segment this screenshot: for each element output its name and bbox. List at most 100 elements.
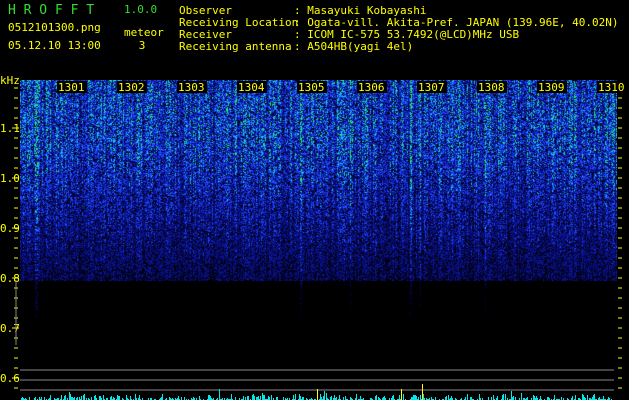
y-tick-label: 0.9 [0,222,20,235]
histogram-bar [393,395,394,400]
histogram-bar [209,395,210,400]
histogram-bar [210,396,211,400]
histogram-bar [178,396,179,400]
histogram-bar [268,396,269,400]
time-label: 1307 [418,81,445,94]
histogram-bar [326,393,327,400]
histogram-bar [603,396,604,400]
histogram-bar [258,396,259,400]
histogram-bar [575,395,576,400]
histogram-bar [497,396,498,400]
histogram-bar [505,394,506,400]
histogram-bar [399,395,400,400]
histogram-bar [50,395,51,400]
histogram-bar [61,395,62,400]
histogram-bar [69,392,70,400]
time-label: 1308 [478,81,505,94]
histogram-bar [162,394,163,400]
histogram-bar [536,396,537,400]
time-label: 1309 [538,81,565,94]
histogram-bar [416,396,417,400]
histogram-bar [254,396,255,400]
histogram-bar [403,394,404,400]
histogram-bar [534,396,535,400]
histogram-bar [384,396,385,400]
histogram-bar [99,396,100,400]
spectrogram-axes: kHz 1.1 1.0 0.9 0.8 0.7 0.6 1301 1302 1303 1304 130… [0,74,627,400]
histogram-bar [111,396,112,400]
histogram-bar [299,394,300,400]
histogram-bar [100,396,101,400]
histogram-bar [339,395,340,400]
meteor-marker [401,389,402,400]
y-tick-label: 1.0 [0,172,20,185]
histogram-bar [84,394,85,400]
histogram-bar [479,394,480,400]
histogram-bar [451,396,452,400]
histogram-bar [81,396,82,400]
histogram-bar [300,396,301,400]
histogram-bar [533,395,534,400]
histogram-bar [65,395,66,400]
histogram-bar [376,395,377,400]
meteor-marker [317,389,318,400]
histogram-bar [295,394,296,400]
histogram-bar [423,394,424,400]
histogram-bar [521,393,522,400]
histogram-bar [139,395,140,400]
histogram-bar [293,395,294,400]
histogram-bar [356,394,357,400]
histogram-bar [260,396,261,400]
meteor-marker [422,384,423,400]
histogram-bar [467,394,468,400]
histogram-bar [70,394,71,400]
histogram-bar [375,396,376,400]
histogram-bar [263,395,264,400]
histogram-bar [392,396,393,400]
histogram-bar [118,396,119,400]
histogram-bar [420,395,421,400]
histogram-bar [199,396,200,400]
time-label: 1301 [58,81,85,94]
histogram-bar [511,391,512,400]
histogram-bar [415,395,416,400]
y-tick-label: 0.8 [0,272,20,285]
histogram-bar [119,396,120,400]
time-label: 1303 [178,81,205,94]
time-label: 1302 [118,81,145,94]
histogram-bar [413,395,414,400]
y-unit-label: kHz [0,74,20,87]
histogram-bar [582,394,583,400]
histogram-bar [247,396,248,400]
histogram-bar [83,395,84,400]
y-tick-label: 1.1 [0,122,20,135]
histogram-bar [593,395,594,400]
histogram-bar [126,395,127,400]
histogram-bar [117,395,118,400]
histogram-bar [323,396,324,400]
histogram-bar [135,394,136,400]
histogram-bar [502,395,503,400]
histogram-bar [345,396,346,400]
y-tick-label: 0.6 [0,372,20,385]
histogram-bar [248,396,249,400]
histogram-bar [554,395,555,400]
histogram-bar [95,395,96,400]
y-tick-label: 0.7 [0,322,20,335]
histogram-bar [262,393,263,400]
histogram-bar [208,395,209,400]
time-label: 1306 [358,81,385,94]
histogram-bar [583,395,584,400]
time-label: 1305 [298,81,325,94]
histogram-bar [264,395,265,400]
histogram-bar [446,396,447,400]
histogram-bar [572,396,573,400]
histogram-bar [324,391,325,400]
histogram-bar [94,396,95,400]
time-label: 1304 [238,81,265,94]
histogram-bar [360,396,361,400]
histogram-bar [414,395,415,400]
histogram-bar [513,396,514,400]
histogram-bar [64,396,65,400]
histogram-bar [320,394,321,400]
